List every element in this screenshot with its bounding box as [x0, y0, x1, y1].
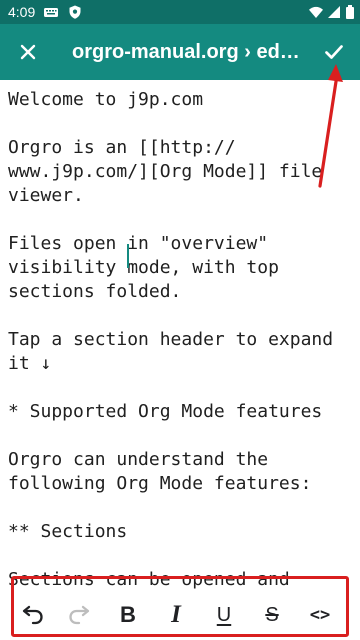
text-cursor [127, 244, 129, 268]
org-text-editor[interactable]: Welcome to j9p.com Orgro is an [[http://… [0, 80, 360, 600]
toolbar-highlight-box [11, 576, 349, 637]
editor-text[interactable]: Welcome to j9p.com Orgro is an [[http://… [8, 88, 352, 592]
wifi-icon [309, 6, 323, 18]
cellular-icon [328, 6, 340, 18]
battery-icon [346, 5, 354, 19]
close-icon [20, 44, 36, 60]
check-icon [325, 45, 343, 59]
editor-app-bar: orgro-manual.org › edit… [0, 24, 360, 80]
close-button[interactable] [8, 32, 48, 72]
keyboard-icon [44, 8, 58, 17]
status-time: 4:09 [8, 4, 36, 20]
shield-icon [69, 5, 81, 19]
screen: 4:09 orgro-manual.org › edit… Welcome to… [0, 0, 360, 640]
status-bar: 4:09 [0, 0, 360, 24]
page-title: orgro-manual.org › edit… [72, 41, 304, 63]
save-changes-button[interactable] [314, 32, 354, 72]
